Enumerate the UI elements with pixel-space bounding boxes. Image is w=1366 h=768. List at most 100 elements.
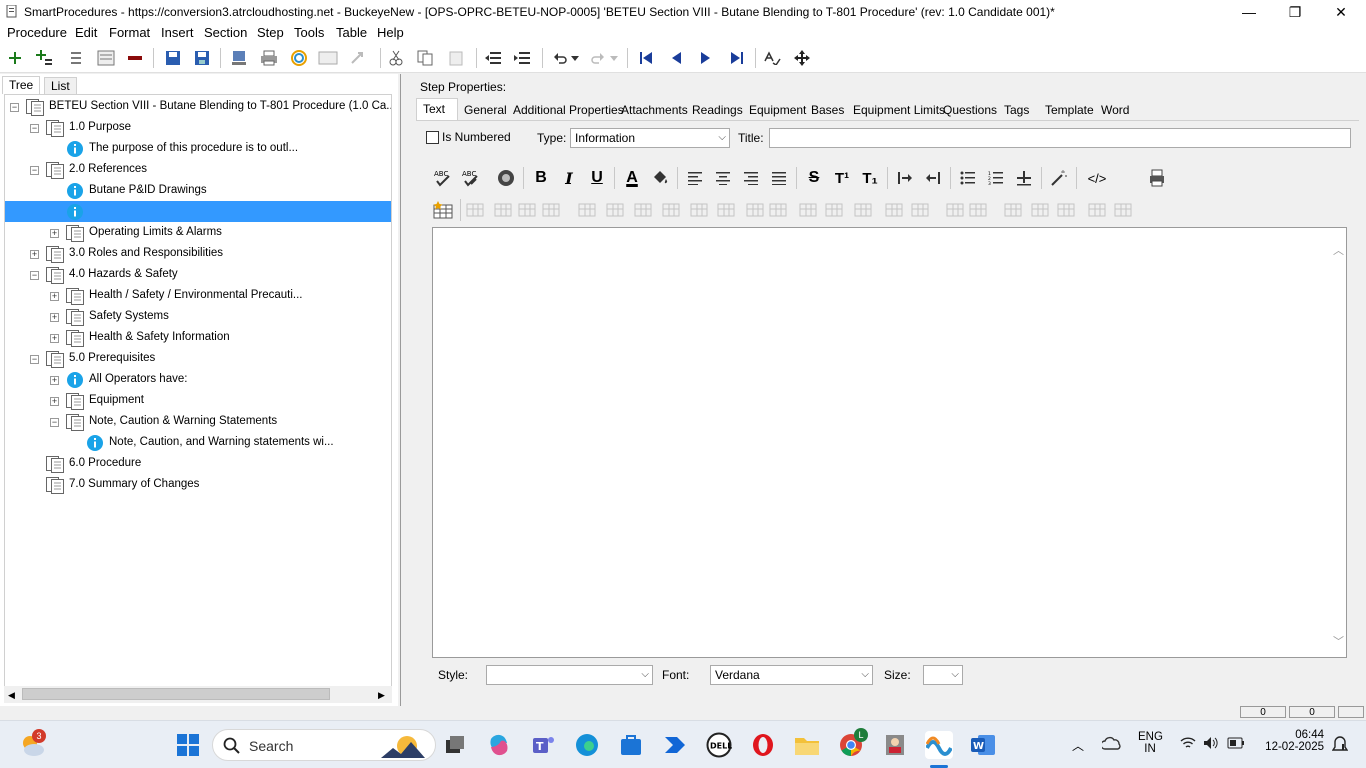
subscript-button[interactable]: T₁ — [859, 167, 881, 189]
table-tool-disabled-icon[interactable] — [797, 199, 819, 221]
superscript-button[interactable]: T¹ — [831, 167, 853, 189]
notification-bell-icon[interactable] — [1331, 736, 1349, 757]
table-tool-disabled-icon[interactable] — [516, 199, 538, 221]
outdent-icon[interactable] — [483, 48, 503, 68]
table-tool-disabled-icon[interactable] — [1055, 199, 1077, 221]
collapse-icon[interactable]: − — [50, 418, 59, 427]
system-tray-chevron-icon[interactable]: ︿ — [1072, 737, 1084, 754]
expand-icon[interactable]: + — [30, 250, 39, 259]
table-tool-disabled-icon[interactable] — [852, 199, 874, 221]
delete-icon[interactable] — [125, 48, 145, 68]
underline-button[interactable]: U — [586, 167, 608, 189]
table-tool-disabled-icon[interactable] — [660, 199, 682, 221]
font-select[interactable]: Verdana ⌵ — [710, 665, 873, 685]
paste-icon[interactable] — [446, 48, 466, 68]
print-preview-icon[interactable] — [1146, 167, 1168, 189]
menu-edit[interactable]: Edit — [75, 25, 97, 40]
tree-node[interactable]: + All Operators have: — [5, 370, 391, 390]
html-source-button[interactable]: </> — [1083, 167, 1111, 189]
tree-node[interactable]: + Equipment — [5, 391, 391, 411]
indent-list-icon[interactable] — [66, 48, 86, 68]
size-select[interactable]: ⌵ — [923, 665, 963, 685]
smartprocedures-taskbar-icon[interactable] — [925, 731, 953, 759]
table-tool-disabled-icon[interactable] — [576, 199, 598, 221]
upload-icon[interactable] — [229, 48, 249, 68]
table-tool-disabled-icon[interactable] — [540, 199, 562, 221]
style-select[interactable]: ⌵ — [486, 665, 653, 685]
menu-format[interactable]: Format — [109, 25, 150, 40]
menu-tools[interactable]: Tools — [294, 25, 324, 40]
outline-icon[interactable] — [96, 48, 116, 68]
email-icon[interactable] — [318, 48, 338, 68]
tree-node[interactable]: + Operating Limits & Alarms — [5, 223, 391, 243]
expand-icon[interactable]: + — [50, 376, 59, 385]
menu-insert[interactable]: Insert — [161, 25, 194, 40]
first-step-icon[interactable] — [636, 48, 656, 68]
teams-icon[interactable]: T — [529, 731, 557, 759]
language-indicator[interactable]: ENG IN — [1138, 731, 1163, 755]
expand-icon[interactable]: + — [50, 292, 59, 301]
table-tool-disabled-icon[interactable] — [604, 199, 626, 221]
collapse-icon[interactable]: − — [30, 271, 39, 280]
expand-icon[interactable]: + — [50, 397, 59, 406]
insert-table-icon[interactable] — [432, 199, 454, 221]
tab-questions[interactable]: Questions — [943, 100, 997, 120]
collapse-icon[interactable]: − — [10, 103, 19, 112]
tree-node[interactable]: + Health & Safety Information — [5, 328, 391, 348]
tab-equipment-limits[interactable]: Equipment Limits — [853, 100, 945, 120]
spell-check-abc-icon[interactable]: ABC — [432, 167, 454, 189]
magic-wand-icon[interactable] — [1048, 167, 1070, 189]
spell-check-as-you-type-icon[interactable]: ABC — [460, 167, 482, 189]
undo-icon[interactable] — [550, 48, 570, 68]
table-tool-disabled-icon[interactable] — [1112, 199, 1134, 221]
is-numbered-checkbox[interactable] — [426, 131, 439, 144]
undo-dropdown-icon[interactable] — [568, 48, 582, 68]
menu-procedure[interactable]: Procedure — [7, 25, 67, 40]
step-text-editor[interactable]: ︿ ﹀ — [432, 227, 1347, 658]
collapse-icon[interactable]: − — [30, 355, 39, 364]
tree-node[interactable] — [5, 202, 391, 222]
tab-word[interactable]: Word — [1101, 100, 1129, 120]
tree-node[interactable]: − 5.0 Prerequisites — [5, 349, 391, 369]
title-input[interactable] — [769, 128, 1351, 148]
onedrive-sync-icon[interactable] — [1098, 731, 1126, 759]
increase-indent-icon[interactable] — [894, 167, 916, 189]
spell-check-icon[interactable] — [762, 48, 782, 68]
collapse-icon[interactable]: − — [30, 124, 39, 133]
tab-list[interactable]: List — [44, 77, 77, 95]
thesaurus-icon[interactable] — [495, 167, 517, 189]
rainbow-icon[interactable] — [289, 48, 309, 68]
scroll-right-icon[interactable]: ▶ — [378, 690, 385, 701]
start-icon[interactable] — [174, 731, 202, 759]
taskbar-search-box[interactable]: Search — [212, 729, 436, 761]
share-icon[interactable] — [347, 48, 367, 68]
menu-section[interactable]: Section — [204, 25, 247, 40]
tree-node[interactable]: +3.0 Roles and Responsibilities — [5, 244, 391, 264]
redo-icon[interactable] — [588, 48, 608, 68]
store-icon[interactable] — [617, 731, 645, 759]
bullet-list-icon[interactable] — [957, 167, 979, 189]
table-tool-disabled-icon[interactable] — [823, 199, 845, 221]
task-view-icon[interactable] — [441, 731, 469, 759]
table-tool-disabled-icon[interactable] — [688, 199, 710, 221]
tree-node[interactable]: 6.0 Procedure — [5, 454, 391, 474]
wifi-icon[interactable] — [1180, 736, 1196, 753]
align-left-icon[interactable] — [684, 167, 706, 189]
tree-horizontal-scrollbar[interactable]: ◀ ▶ — [4, 686, 392, 703]
word-icon[interactable]: W — [969, 731, 997, 759]
highlight-color-icon[interactable] — [649, 167, 671, 189]
tree-node[interactable]: + Health / Safety / Environmental Precaut… — [5, 286, 391, 306]
tab-additional-properties[interactable]: Additional Properties — [513, 100, 624, 120]
tab-tags[interactable]: Tags — [1004, 100, 1029, 120]
tab-tree[interactable]: Tree — [2, 76, 41, 94]
table-tool-disabled-icon[interactable] — [1029, 199, 1051, 221]
type-select[interactable]: Information ⌵ — [570, 128, 730, 148]
table-tool-disabled-icon[interactable] — [632, 199, 654, 221]
volume-icon[interactable] — [1203, 735, 1219, 754]
tab-attachments[interactable]: Attachments — [621, 100, 688, 120]
move-icon[interactable] — [792, 48, 812, 68]
tree-node[interactable]: − BETEU Section VIII - Butane Blending to… — [5, 97, 391, 117]
opera-icon[interactable] — [749, 731, 777, 759]
font-color-button[interactable]: A — [621, 167, 643, 189]
copilot-icon[interactable] — [485, 731, 513, 759]
